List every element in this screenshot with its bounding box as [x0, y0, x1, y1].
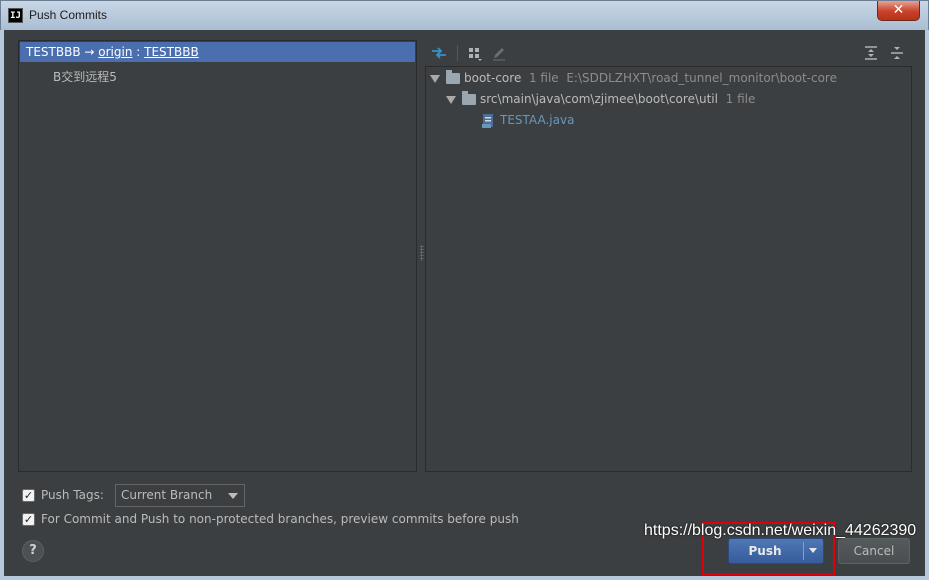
- push-tags-select[interactable]: Current Branch: [115, 484, 245, 507]
- cancel-button[interactable]: Cancel: [838, 538, 910, 564]
- window-frame-bottom: [0, 576, 929, 580]
- folder-name: src\main\java\com\zjimee\boot\core\util: [480, 92, 718, 106]
- tree-row-file[interactable]: TESTAA.java: [482, 110, 574, 130]
- module-folder-icon: [446, 70, 460, 84]
- changes-toolbar: [426, 40, 912, 66]
- tree-row-folder[interactable]: src\main\java\com\zjimee\boot\core\util …: [446, 89, 755, 109]
- local-branch-name: TESTBBB: [26, 45, 81, 59]
- branch-arrow: →: [84, 45, 95, 59]
- close-window-button[interactable]: ✕: [877, 1, 920, 21]
- toolbar-separator: [457, 45, 458, 61]
- dialog-content: TESTBBB → origin : TESTBBB B交到远程5 boot-c…: [4, 30, 925, 576]
- preview-commits-checkbox[interactable]: ✓: [22, 513, 35, 526]
- commit-item[interactable]: B交到远程5: [53, 68, 117, 85]
- help-button[interactable]: ?: [22, 540, 44, 562]
- expand-arrow-icon[interactable]: [446, 95, 456, 104]
- remote-name-link[interactable]: origin: [98, 45, 132, 59]
- window-title: Push Commits: [29, 8, 108, 22]
- target-branch-link[interactable]: TESTBBB: [144, 45, 199, 59]
- expand-arrow-icon[interactable]: [430, 74, 440, 83]
- java-file-icon: [482, 113, 496, 129]
- collapse-all-icon[interactable]: [888, 44, 906, 62]
- module-path: E:\SDDLZHXT\road_tunnel_monitor\boot-cor…: [566, 71, 837, 85]
- folder-icon: [462, 91, 476, 105]
- splitter-handle[interactable]: [420, 245, 424, 261]
- edit-icon[interactable]: [490, 44, 508, 62]
- module-name: boot-core: [464, 71, 522, 85]
- watermark-url: https://blog.csdn.net/weixin_44262390: [644, 522, 917, 539]
- group-by-icon[interactable]: [466, 44, 484, 62]
- folder-file-count: 1 file: [725, 92, 756, 106]
- branch-separator: :: [132, 45, 145, 59]
- title-bar: IJ Push Commits ✕: [0, 0, 929, 30]
- commits-panel: TESTBBB → origin : TESTBBB B交到远程5: [18, 40, 417, 472]
- tree-row-module[interactable]: boot-core 1 file E:\SDDLZHXT\road_tunnel…: [430, 68, 837, 88]
- preview-commits-label: For Commit and Push to non-protected bra…: [41, 512, 519, 526]
- module-file-count: 1 file: [528, 71, 559, 85]
- intellij-app-icon: IJ: [8, 8, 23, 23]
- chevron-down-icon: [228, 493, 238, 499]
- push-tags-label: Push Tags:: [41, 488, 104, 502]
- file-name: TESTAA.java: [500, 113, 575, 127]
- window-frame-right: [925, 30, 929, 580]
- expand-all-icon[interactable]: [862, 44, 880, 62]
- push-tags-select-value: Current Branch: [121, 488, 213, 502]
- changes-tree: boot-core 1 file E:\SDDLZHXT\road_tunnel…: [425, 66, 912, 472]
- branch-row[interactable]: TESTBBB → origin : TESTBBB: [20, 42, 415, 62]
- diff-icon[interactable]: [430, 44, 448, 62]
- push-tags-checkbox[interactable]: ✓: [22, 489, 35, 502]
